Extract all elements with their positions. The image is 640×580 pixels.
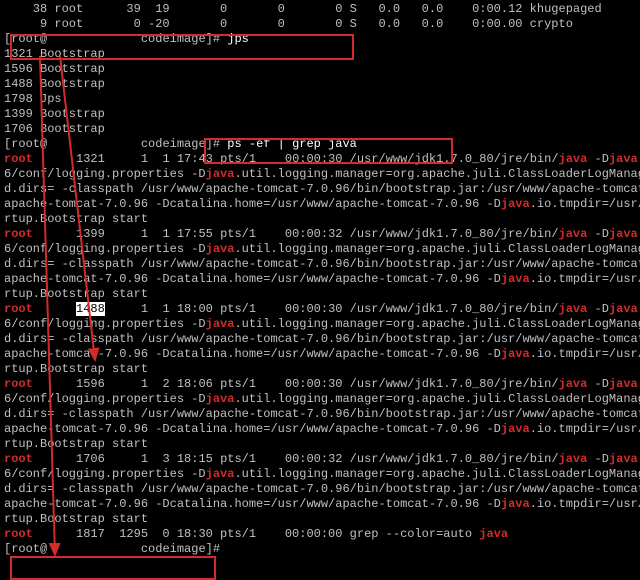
ps-row: root 1596 1 2 18:06 pts/1 00:00:30 /usr/… bbox=[4, 377, 636, 392]
jps-line: 1399 Bootstrap bbox=[4, 107, 636, 122]
kw-java: java bbox=[206, 392, 235, 406]
ps-row: root 1706 1 3 18:15 pts/1 00:00:32 /usr/… bbox=[4, 452, 636, 467]
kw-java: java bbox=[501, 272, 530, 286]
ps-row-cont: apache-tomcat-7.0.96 -Dcatalina.home=/us… bbox=[4, 347, 636, 362]
ps-row-cont: 6/conf/logging.properties -Djava.util.lo… bbox=[4, 242, 636, 257]
kw-java: java bbox=[501, 497, 530, 511]
prompt-jps: [root@ codeimage]# jps bbox=[4, 32, 636, 47]
kw-root: root bbox=[4, 152, 33, 166]
ps-row-cont: rtup.Bootstrap start bbox=[4, 287, 636, 302]
kw-java: java bbox=[501, 347, 530, 361]
ps-row-cont: rtup.Bootstrap start bbox=[4, 437, 636, 452]
kw-java: java bbox=[609, 377, 638, 391]
terminal-output: 38 root 39 19 0 0 0 S 0.0 0.0 0:00.12 kh… bbox=[0, 0, 640, 559]
jps-line: 1596 Bootstrap bbox=[4, 62, 636, 77]
ps-row-cont: d.dirs= -classpath /usr/www/apache-tomca… bbox=[4, 182, 636, 197]
kw-java: java bbox=[559, 302, 588, 316]
kw-java: java bbox=[609, 152, 638, 166]
ps-row-cont: apache-tomcat-7.0.96 -Dcatalina.home=/us… bbox=[4, 497, 636, 512]
ps-row: root 1399 1 1 17:55 pts/1 00:00:32 /usr/… bbox=[4, 227, 636, 242]
kw-java: java bbox=[559, 152, 588, 166]
kw-root: root bbox=[4, 227, 33, 241]
kw-root: root bbox=[4, 377, 33, 391]
top-row: 9 root 0 -20 0 0 0 S 0.0 0.0 0:00.00 cry… bbox=[4, 17, 636, 32]
jps-line: 1706 Bootstrap bbox=[4, 122, 636, 137]
kw-java: java bbox=[206, 317, 235, 331]
kw-java: java bbox=[559, 227, 588, 241]
kw-java: java bbox=[559, 377, 588, 391]
prompt-idle: [root@ codeimage]# bbox=[4, 542, 636, 557]
ps-grep-line: root 1817 1295 0 18:30 pts/1 00:00:00 gr… bbox=[4, 527, 636, 542]
ps-row-cont: d.dirs= -classpath /usr/www/apache-tomca… bbox=[4, 482, 636, 497]
jps-line: 1321 Bootstrap bbox=[4, 47, 636, 62]
cmd-jps: jps bbox=[227, 32, 249, 46]
ps-row-cont: d.dirs= -classpath /usr/www/apache-tomca… bbox=[4, 257, 636, 272]
kw-java: java bbox=[206, 242, 235, 256]
kw-root: root bbox=[4, 527, 33, 541]
kw-java: java bbox=[206, 467, 235, 481]
ps-row-cont: 6/conf/logging.properties -Djava.util.lo… bbox=[4, 392, 636, 407]
ps-row-cont: d.dirs= -classpath /usr/www/apache-tomca… bbox=[4, 407, 636, 422]
kw-java: java bbox=[609, 452, 638, 466]
kw-root: root bbox=[4, 302, 33, 316]
ps-row: root 1321 1 1 17:43 pts/1 00:00:30 /usr/… bbox=[4, 152, 636, 167]
kw-java: java bbox=[501, 422, 530, 436]
kw-java: java bbox=[501, 197, 530, 211]
kw-root: root bbox=[4, 452, 33, 466]
kw-java: java bbox=[206, 167, 235, 181]
ps-row-cont: 6/conf/logging.properties -Djava.util.lo… bbox=[4, 317, 636, 332]
prompt-psgrep: [root@ codeimage]# ps -ef | grep java bbox=[4, 137, 636, 152]
kw-java: java bbox=[609, 227, 638, 241]
kw-java: java bbox=[609, 302, 638, 316]
ps-row-cont: apache-tomcat-7.0.96 -Dcatalina.home=/us… bbox=[4, 272, 636, 287]
ps-row-cont: d.dirs= -classpath /usr/www/apache-tomca… bbox=[4, 332, 636, 347]
jps-line: 1798 Jps bbox=[4, 92, 636, 107]
kw-java: java bbox=[559, 452, 588, 466]
cmd-psgrep: ps -ef | grep java bbox=[227, 137, 357, 151]
jps-line: 1488 Bootstrap bbox=[4, 77, 636, 92]
ps-row-cont: rtup.Bootstrap start bbox=[4, 512, 636, 527]
ps-row: root 1488 1 1 18:00 pts/1 00:00:30 /usr/… bbox=[4, 302, 636, 317]
kw-java: java bbox=[479, 527, 508, 541]
top-row: 38 root 39 19 0 0 0 S 0.0 0.0 0:00.12 kh… bbox=[4, 2, 636, 17]
ps-row-cont: rtup.Bootstrap start bbox=[4, 362, 636, 377]
ps-row-cont: apache-tomcat-7.0.96 -Dcatalina.home=/us… bbox=[4, 422, 636, 437]
ps-row-cont: rtup.Bootstrap start bbox=[4, 212, 636, 227]
ps-row-cont: apache-tomcat-7.0.96 -Dcatalina.home=/us… bbox=[4, 197, 636, 212]
ps-row-cont: 6/conf/logging.properties -Djava.util.lo… bbox=[4, 467, 636, 482]
ps-row-cont: 6/conf/logging.properties -Djava.util.lo… bbox=[4, 167, 636, 182]
annotation-box-prompt bbox=[10, 556, 216, 580]
pid-highlight: 1488 bbox=[76, 302, 105, 316]
